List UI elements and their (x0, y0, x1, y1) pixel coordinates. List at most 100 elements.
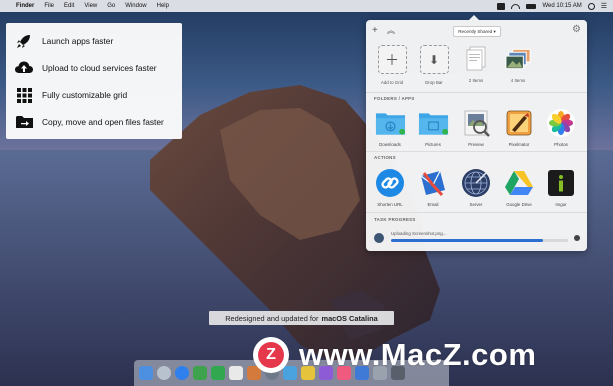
action-label: Google Drive (506, 202, 532, 207)
menu-finder[interactable]: Finder (16, 3, 34, 9)
feature-label: Launch apps faster (42, 36, 114, 46)
feature-label: Copy, move and open files faster (42, 117, 164, 127)
menu-view[interactable]: View (84, 3, 97, 9)
tile-label: 4 Items (510, 78, 526, 83)
panel-caret (469, 15, 479, 20)
grid-icon (15, 86, 33, 104)
caption-emphasis: macOS Catalina (321, 313, 378, 323)
recent-4-items-tile[interactable]: 4 Items (501, 45, 535, 83)
caption-text: Redesigned and updated for (225, 313, 319, 323)
folder-pictures[interactable]: Pictures (414, 107, 452, 147)
dropzone-panel: + ︽ Recently Shared ▾ ⚙ ＋ Add to Grid ⬇ … (366, 15, 587, 251)
action-label: Imgur (555, 202, 567, 207)
recently-shared-dropdown[interactable]: Recently Shared ▾ (453, 26, 501, 37)
cancel-task-icon[interactable] (574, 235, 580, 241)
feature-label: Upload to cloud services faster (42, 63, 157, 73)
email-icon (418, 167, 449, 198)
app-label: Photos (554, 142, 568, 147)
launchpad-dock-icon[interactable] (157, 366, 171, 380)
facetime-dock-icon[interactable] (211, 366, 225, 380)
app-label: Pixelmator (508, 142, 530, 147)
tile-label: Add to Grid (380, 80, 404, 85)
divider (366, 151, 587, 152)
downloads-folder-icon (375, 107, 406, 138)
battery-icon[interactable] (526, 3, 537, 9)
watermark-logo: Z (253, 337, 289, 373)
safari-dock-icon[interactable] (175, 366, 189, 380)
app-label: Preview (468, 142, 484, 147)
calendar-dock-icon[interactable] (229, 366, 243, 380)
action-server[interactable]: Server (457, 167, 495, 207)
menu-edit[interactable]: Edit (64, 3, 74, 9)
watermark: Z www.MacZ.com (253, 337, 536, 373)
photo-stack-icon (504, 45, 532, 72)
divider (366, 92, 587, 93)
imgur-icon (546, 167, 577, 198)
add-to-grid-tile[interactable]: ＋ Add to Grid (375, 45, 409, 85)
feature-copy-move: Copy, move and open files faster (6, 112, 182, 132)
feature-launch-apps: Launch apps faster (6, 31, 182, 51)
collapse-icon[interactable]: ︽ (387, 25, 395, 36)
feature-grid: Fully customizable grid (6, 85, 182, 105)
watermark-logo-letter: Z (258, 342, 284, 368)
finder-dock-icon[interactable] (139, 366, 153, 380)
upload-server-icon (374, 233, 384, 243)
watermark-text: www.MacZ.com (299, 337, 537, 372)
menubar-clock[interactable]: Wed 10:15 AM (542, 3, 581, 9)
progress-bar (391, 239, 568, 242)
add-icon: ＋ (377, 45, 407, 74)
feature-cloud-upload: Upload to cloud services faster (6, 58, 182, 78)
menu-go[interactable]: Go (107, 3, 115, 9)
preview-icon (461, 107, 492, 138)
task-progress-row: Uploading Screenshot.png... (374, 231, 580, 245)
menu-help[interactable]: Help (157, 3, 169, 9)
folder-downloads[interactable]: Downloads (371, 107, 409, 147)
action-email[interactable]: Email (414, 167, 452, 207)
messages-dock-icon[interactable] (193, 366, 207, 380)
app-photos[interactable]: Photos (542, 107, 580, 147)
app-label: Downloads (379, 142, 401, 147)
progress-fill (391, 239, 544, 242)
notification-center-icon[interactable]: ☰ (601, 2, 607, 10)
menu-bar: Finder File Edit View Go Window Help Wed… (0, 0, 613, 12)
pixelmator-icon (504, 107, 535, 138)
progress-text: Uploading Screenshot.png... (391, 231, 447, 236)
action-label: Shorten URL (377, 202, 403, 207)
folder-move-icon (15, 113, 33, 131)
tile-label: 2 Items (468, 78, 484, 83)
section-title-folders: FOLDERS / APPS (374, 96, 415, 101)
app-preview[interactable]: Preview (457, 107, 495, 147)
rocket-icon (15, 32, 33, 50)
app-label: Pictures (425, 142, 441, 147)
dropzone-menubar-icon[interactable] (497, 2, 506, 10)
action-google-drive[interactable]: Google Drive (500, 167, 538, 207)
drop-bar-tile[interactable]: ⬇ Drop Bar (417, 45, 451, 85)
gear-icon[interactable]: ⚙ (572, 24, 581, 35)
wifi-icon[interactable] (511, 3, 521, 9)
cloud-upload-icon (15, 59, 33, 77)
section-title-progress: TASK PROGRESS (374, 217, 416, 222)
tile-label: Drop Bar (425, 80, 443, 85)
photos-icon (546, 107, 577, 138)
pictures-folder-icon (418, 107, 449, 138)
add-icon[interactable]: + (372, 25, 378, 36)
recent-2-items-tile[interactable]: 2 Items (459, 45, 493, 83)
menu-window[interactable]: Window (125, 3, 146, 9)
menu-extras: Wed 10:15 AM ☰ (497, 0, 607, 12)
drop-bar-icon: ⬇ (419, 45, 449, 74)
divider (366, 212, 587, 213)
feature-label: Fully customizable grid (42, 90, 128, 100)
action-label: Server (469, 202, 483, 207)
action-imgur[interactable]: Imgur (542, 167, 580, 207)
app-pixelmator[interactable]: Pixelmator (500, 107, 538, 147)
link-icon (375, 167, 406, 198)
server-icon (461, 167, 492, 198)
document-stack-icon (463, 45, 490, 72)
action-shorten-url[interactable]: Shorten URL (371, 167, 409, 207)
spotlight-icon[interactable] (587, 2, 595, 10)
caption-banner: Redesigned and updated for macOS Catalin… (209, 311, 394, 325)
features-card: Launch apps faster Upload to cloud servi… (6, 23, 182, 139)
action-label: Email (427, 202, 439, 207)
google-drive-icon (504, 167, 535, 198)
menu-file[interactable]: File (44, 3, 54, 9)
